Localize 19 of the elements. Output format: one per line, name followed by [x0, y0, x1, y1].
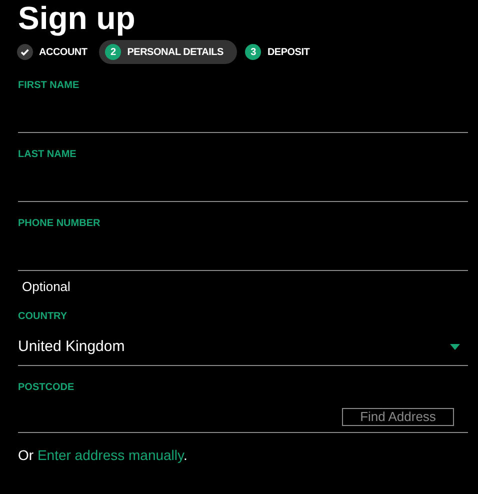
field-label: POSTCODE: [18, 380, 76, 394]
field-label: LAST NAME: [18, 148, 78, 162]
step-tab[interactable]: 2 PERSONAL DETAILS: [99, 40, 238, 64]
field-label: COUNTRY: [18, 310, 68, 324]
country-select[interactable]: United Kingdom: [18, 330, 468, 366]
manual-address-link[interactable]: Enter address manually: [37, 446, 184, 462]
postcode-field[interactable]: Find Address: [18, 394, 468, 432]
step-number: 3: [245, 44, 262, 60]
dropdown-caret-icon: [450, 344, 460, 350]
page-title: Sign up: [18, 0, 136, 38]
optional-hint: Optional: [22, 278, 70, 296]
manual-address-text: Or Enter address manually.: [18, 446, 188, 465]
checkmark-icon: [17, 44, 33, 60]
field-label: PHONE NUMBER: [18, 217, 102, 231]
step-tab[interactable]: ACCOUNT: [17, 40, 92, 64]
step-number: 2: [105, 44, 122, 60]
find-address-button[interactable]: Find Address: [342, 408, 454, 426]
field-label: FIRST NAME: [18, 79, 80, 93]
step-tab[interactable]: 3 DEPOSIT: [245, 40, 314, 64]
